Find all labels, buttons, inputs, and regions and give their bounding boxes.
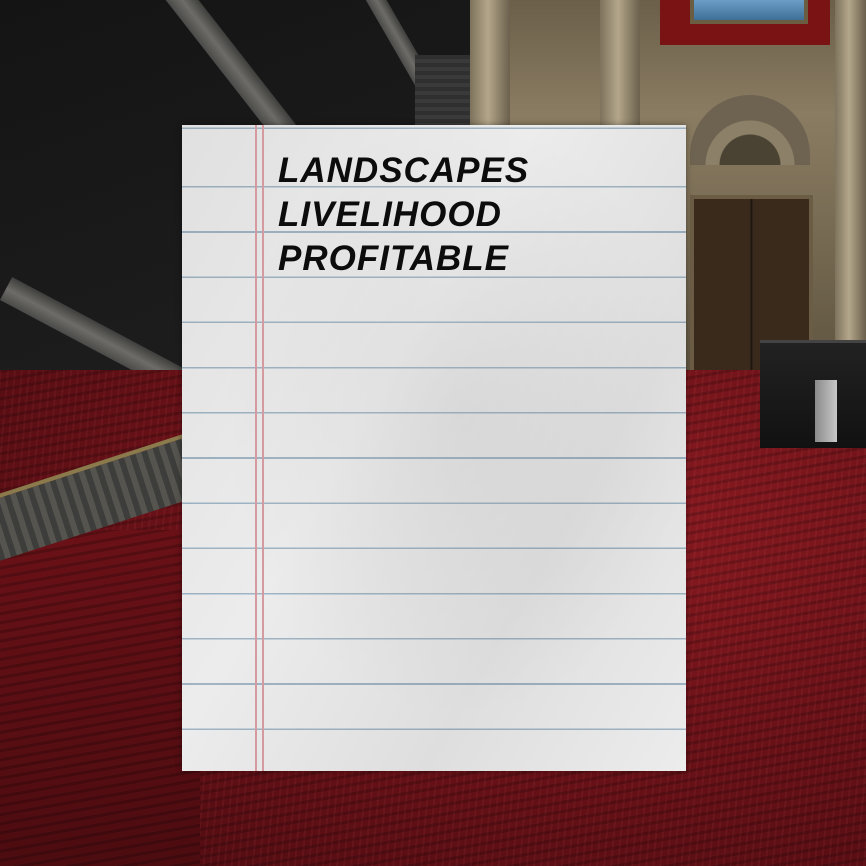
note-word: LIVELIHOOD — [278, 195, 502, 234]
game-scene: LANDSCAPES LIVELIHOOD PROFITABLE — [0, 0, 866, 866]
note-word-list: LANDSCAPES LIVELIHOOD PROFITABLE — [278, 149, 529, 281]
window — [690, 0, 808, 24]
bench-armrest — [815, 380, 837, 442]
red-carpet-floor — [0, 530, 200, 866]
paper-note: LANDSCAPES LIVELIHOOD PROFITABLE — [182, 125, 686, 771]
black-bench — [760, 340, 866, 448]
stone-pillar — [835, 0, 866, 380]
note-word: LANDSCAPES — [278, 151, 530, 190]
note-word: PROFITABLE — [278, 239, 510, 278]
margin-line — [255, 125, 257, 771]
margin-line — [262, 125, 264, 771]
